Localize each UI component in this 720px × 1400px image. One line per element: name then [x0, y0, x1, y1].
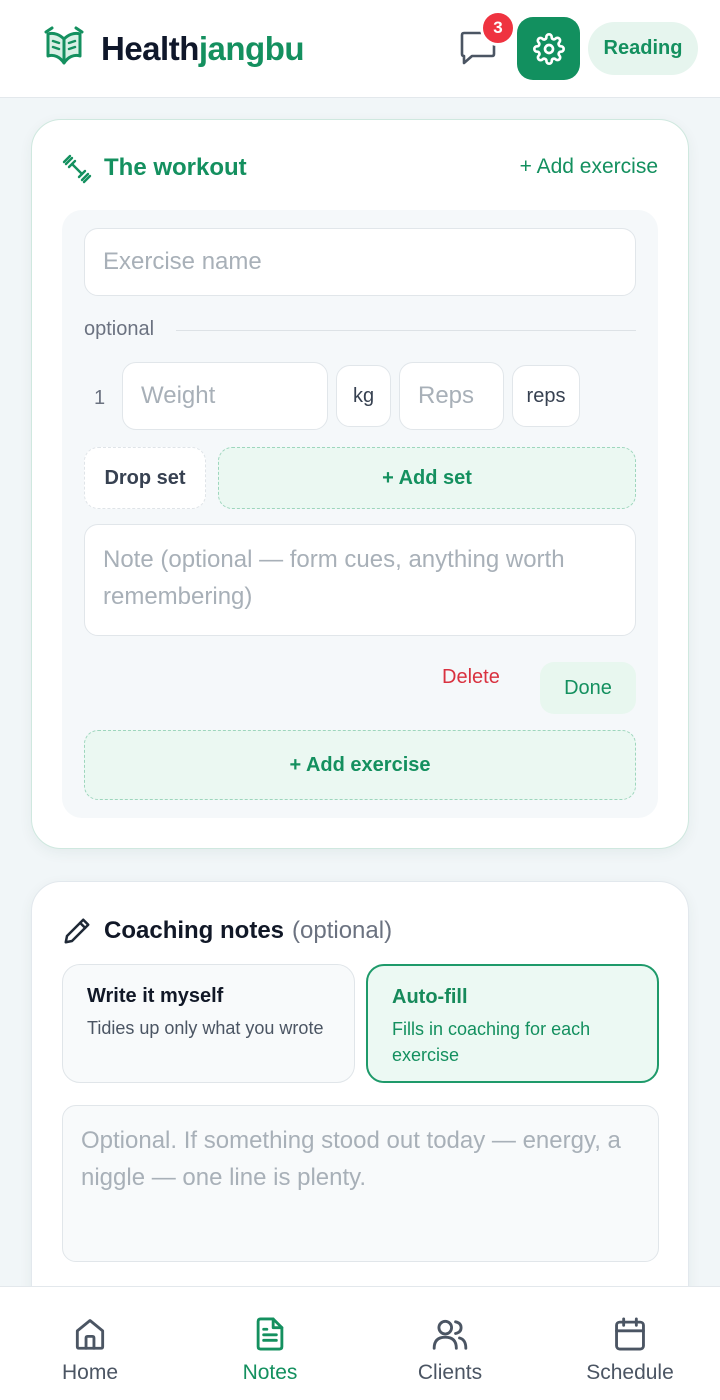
- notification-badge: 3: [480, 10, 516, 46]
- add-set-button[interactable]: + Add set: [218, 447, 636, 509]
- exercise-editor: optional 1 kg reps Drop set + Add set De…: [62, 210, 658, 818]
- coaching-notes-card: Coaching notes (optional) Write it myself…: [31, 881, 689, 1321]
- weight-unit-chip[interactable]: kg: [336, 365, 391, 427]
- set-number: 1: [94, 387, 106, 409]
- option-title: Write it myself: [87, 985, 224, 1007]
- workout-title: The workout: [104, 154, 247, 181]
- delete-button[interactable]: Delete: [442, 666, 500, 689]
- optional-label: optional: [84, 318, 169, 341]
- coaching-notes-input[interactable]: [62, 1105, 659, 1262]
- nav-label: Schedule: [586, 1361, 674, 1384]
- option-description: Tidies up only what you wrote: [87, 1018, 324, 1038]
- nav-label: Notes: [242, 1361, 298, 1384]
- nav-label: Clients: [417, 1361, 483, 1384]
- pencil-icon: [64, 918, 90, 944]
- exercise-note-input[interactable]: [84, 524, 636, 636]
- notes-icon: [256, 1317, 284, 1351]
- home-icon: [75, 1319, 105, 1350]
- nav-schedule[interactable]: Schedule: [540, 1287, 720, 1400]
- nav-label: Home: [61, 1361, 119, 1384]
- reps-unit-chip[interactable]: reps: [512, 365, 580, 427]
- drop-set-button[interactable]: Drop set: [84, 447, 206, 509]
- dumbbell-icon: [62, 154, 92, 184]
- reading-mode-toggle[interactable]: Reading: [588, 22, 698, 75]
- logo-icon: [44, 26, 84, 65]
- gear-icon: [532, 32, 565, 65]
- weight-input[interactable]: [122, 362, 328, 430]
- nav-clients[interactable]: Clients: [360, 1287, 540, 1400]
- settings-button[interactable]: [517, 17, 580, 80]
- brand-name: Healthjangbu: [101, 30, 305, 67]
- write-it-myself-option[interactable]: Write it myself Tidies up only what you …: [62, 964, 355, 1083]
- calendar-icon: [615, 1317, 645, 1351]
- option-title: Auto-fill: [392, 986, 468, 1008]
- add-exercise-button[interactable]: + Add exercise: [84, 730, 636, 800]
- auto-fill-option[interactable]: Auto-fill Fills in coaching for each exe…: [366, 964, 659, 1083]
- add-exercise-link[interactable]: + Add exercise: [520, 155, 658, 179]
- divider-line: [176, 330, 636, 331]
- exercise-name-input[interactable]: [84, 228, 636, 296]
- clients-icon: [432, 1319, 468, 1350]
- nav-notes[interactable]: Notes: [180, 1287, 360, 1400]
- app-header: Healthjangbu 3 Reading: [0, 0, 720, 98]
- nav-home[interactable]: Home: [0, 1287, 180, 1400]
- reps-input[interactable]: [399, 362, 504, 430]
- optional-divider: optional: [84, 318, 636, 342]
- workout-card: The workout + Add exercise optional 1 kg…: [31, 119, 689, 849]
- bottom-navigation: Home Notes Clients Schedule: [0, 1286, 720, 1400]
- done-button[interactable]: Done: [540, 662, 636, 714]
- coaching-notes-title: Coaching notes (optional): [104, 917, 393, 944]
- option-description: Fills in coaching for each exercise: [392, 1019, 591, 1065]
